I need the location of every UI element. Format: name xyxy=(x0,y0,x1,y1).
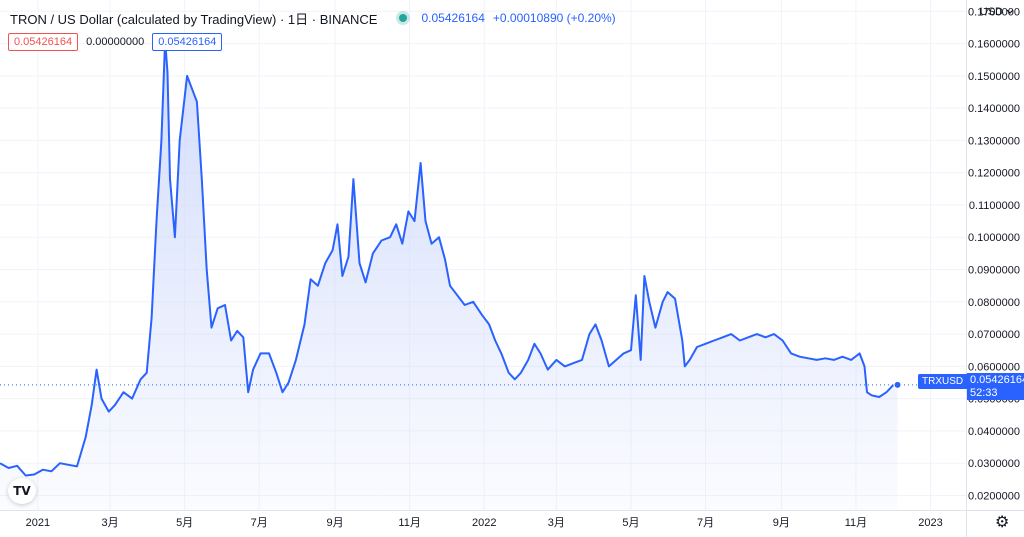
open-value: 0.05426164 xyxy=(8,33,79,51)
y-tick-label: 0.1100000 xyxy=(969,200,1020,212)
x-tick-label: 3月 xyxy=(548,517,565,529)
close-value: 0.05426164 xyxy=(152,33,223,51)
logo-text: TV xyxy=(13,484,31,498)
y-tick-label: 0.1400000 xyxy=(968,103,1020,115)
y-tick-label: 0.1600000 xyxy=(968,39,1020,51)
currency-selector[interactable]: USD xyxy=(980,6,1014,18)
gear-icon[interactable]: ⚙ xyxy=(995,514,1009,530)
ohlc-values: 0.05426164 0.00000000 0.05426164 xyxy=(8,33,223,51)
y-tick-label: 0.1500000 xyxy=(968,71,1020,83)
x-tick-label: 2022 xyxy=(472,517,496,529)
price-change: +0.00010890 (+0.20%) xyxy=(492,11,616,25)
chart-header: TRON / US Dollar (calculated by TradingV… xyxy=(10,8,616,28)
price-chart[interactable]: 0.02000000.03000000.04000000.05000000.06… xyxy=(0,0,1024,537)
bar-countdown: 52:33 xyxy=(970,387,998,399)
symbol-price-label: TRXUSD xyxy=(918,374,968,389)
y-tick-label: 0.1200000 xyxy=(968,168,1020,180)
x-tick-label: 9月 xyxy=(773,517,790,529)
x-tick-label: 2023 xyxy=(918,517,942,529)
x-tick-label: 11月 xyxy=(398,517,420,529)
x-tick-label: 11月 xyxy=(845,517,867,529)
symbol-title[interactable]: TRON / US Dollar (calculated by TradingV… xyxy=(10,9,377,28)
x-tick-label: 9月 xyxy=(326,517,343,529)
y-tick-label: 0.0200000 xyxy=(968,490,1020,502)
x-tick-label: 7月 xyxy=(251,517,268,529)
market-status-icon xyxy=(399,14,408,22)
y-tick-label: 0.0700000 xyxy=(968,329,1020,341)
y-tick-label: 0.0300000 xyxy=(968,458,1020,470)
y-tick-label: 0.0800000 xyxy=(968,297,1020,309)
y-tick-label: 0.1000000 xyxy=(968,232,1020,244)
last-price-marker xyxy=(893,380,902,389)
x-tick-label: 3月 xyxy=(101,517,118,529)
y-tick-label: 0.0600000 xyxy=(968,361,1020,373)
x-tick-label: 5月 xyxy=(176,517,193,529)
current-price-tag: 0.05426164 52:33 xyxy=(967,373,1024,400)
x-tick-label: 7月 xyxy=(697,517,714,529)
current-price-value: 0.05426164 xyxy=(970,374,1024,386)
last-price: 0.05426164 xyxy=(421,11,485,25)
currency-label: USD xyxy=(979,6,1003,18)
y-tick-label: 0.0400000 xyxy=(968,426,1020,438)
x-tick-label: 5月 xyxy=(622,517,639,529)
x-tick-label: 2021 xyxy=(26,517,50,529)
y-tick-label: 0.0900000 xyxy=(968,265,1020,277)
chevron-down-icon xyxy=(1006,9,1014,14)
tradingview-logo-icon[interactable]: TV xyxy=(8,478,36,504)
volume-value: 0.00000000 xyxy=(86,36,145,48)
y-tick-label: 0.1300000 xyxy=(968,135,1020,147)
